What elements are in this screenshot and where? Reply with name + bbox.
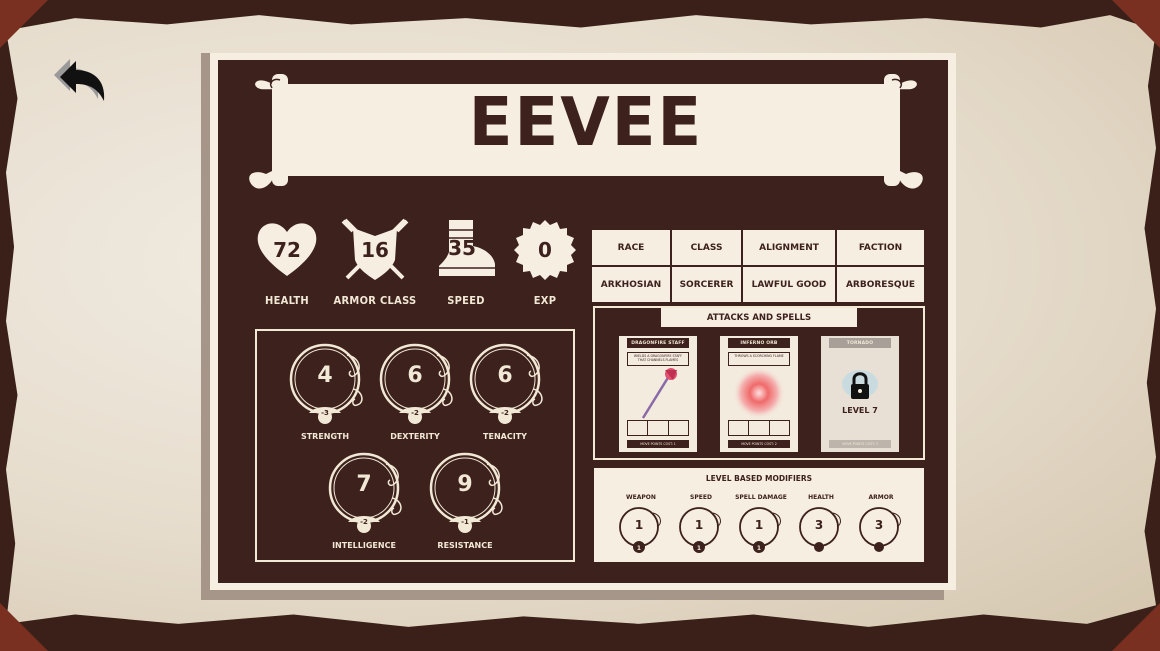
health-modifier: HEALTH 3 xyxy=(791,494,851,558)
race-header: RACE xyxy=(617,242,645,253)
class-value: SORCERER xyxy=(679,279,734,290)
modifier-value: 1 xyxy=(754,518,764,532)
intelligence-value: 7 xyxy=(356,472,372,497)
modifier-label: WEAPON xyxy=(626,494,656,501)
intelligence-label: INTELLIGENCE xyxy=(332,541,396,550)
modifier-level: 1 xyxy=(756,545,762,552)
exp-value: 0 xyxy=(538,238,552,262)
spell-card-title: DRAGONFIRE STAFF xyxy=(627,338,689,348)
attributes-panel: 4 -3 STRENGTH 6 -2 DEXTERITY 6 -2 TENACI… xyxy=(255,329,575,562)
modifier-value: 3 xyxy=(814,518,824,532)
modifier-value: 3 xyxy=(874,518,884,532)
faction-value: ARBORESQUE xyxy=(845,279,916,290)
attacks-spells-title: ATTACKS AND SPELLS xyxy=(661,308,857,327)
spell-card-description: WIELDS A DRAGONFIRE STAFF THAT CHANNELS … xyxy=(627,352,689,366)
modifier-label: SPELL DAMAGE xyxy=(735,494,787,501)
speed-stat: 35 SPEED xyxy=(421,218,511,307)
modifier-value: 1 xyxy=(694,518,704,532)
level-modifiers-title: LEVEL BASED MODIFIERS xyxy=(705,474,813,483)
spell-card-description: THROWS A SCORCHING FLAME xyxy=(728,352,790,366)
tenacity-label: TENACITY xyxy=(483,432,527,441)
spell-card-tornado-locked[interactable]: TORNADO LEVEL 7 MOVE POINTS COST: 3 xyxy=(821,336,899,452)
health-value: 72 xyxy=(273,238,301,262)
modifier-label: HEALTH xyxy=(808,494,834,501)
speed-label: SPEED xyxy=(447,294,485,307)
modifier-level: 1 xyxy=(636,545,642,552)
weapon-modifier: WEAPON 1 1 xyxy=(611,494,671,558)
faction-header: FACTION xyxy=(858,242,903,253)
name-banner: EEVEE xyxy=(244,66,928,194)
tenacity-value: 6 xyxy=(497,363,513,388)
attacks-spells-panel: ATTACKS AND SPELLS DRAGONFIRE STAFF WIEL… xyxy=(593,306,925,460)
character-sheet: EEVEE 72 HEALTH 16 ARMOR CLASS 35 SPEED … xyxy=(210,53,956,590)
alignment-value: LAWFUL GOOD xyxy=(751,279,827,290)
spell-card-inferno-orb[interactable]: INFERNO ORB THROWS A SCORCHING FLAME MOV… xyxy=(720,336,798,452)
race-value: ARKHOSIAN xyxy=(600,279,662,290)
alignment-header: ALIGNMENT xyxy=(759,242,819,253)
exp-stat: 0 EXP xyxy=(500,218,590,307)
character-name: EEVEE xyxy=(468,84,704,162)
staff-icon xyxy=(641,368,677,419)
dexterity-value: 6 xyxy=(407,363,423,388)
spell-card-stats xyxy=(627,420,689,436)
strength-modifier: -3 xyxy=(321,409,329,417)
speed-modifier: SPEED 1 1 xyxy=(671,494,731,558)
intelligence-modifier: -2 xyxy=(360,518,368,526)
tenacity-modifier: -2 xyxy=(501,409,509,417)
resistance-modifier: -1 xyxy=(461,518,469,526)
undo-arrow-icon xyxy=(54,59,105,101)
spell-card-title: INFERNO ORB xyxy=(728,338,790,348)
spell-card-cost: MOVE POINTS COST: 2 xyxy=(728,440,790,448)
exp-label: EXP xyxy=(533,294,557,307)
resistance-value: 9 xyxy=(457,472,473,497)
back-button[interactable] xyxy=(52,55,108,103)
level-modifiers-panel: LEVEL BASED MODIFIERS WEAPON 1 1 SPEED 1… xyxy=(594,468,924,562)
class-header: CLASS xyxy=(690,242,723,253)
lock-icon xyxy=(842,370,878,399)
modifier-label: ARMOR xyxy=(868,494,894,501)
resistance-attribute: 9 -1 RESISTANCE xyxy=(429,450,509,550)
spell-card-dragonfire-staff[interactable]: DRAGONFIRE STAFF WIELDS A DRAGONFIRE STA… xyxy=(619,336,697,452)
modifier-label: SPEED xyxy=(690,494,712,501)
character-info-table: RACE CLASS ALIGNMENT FACTION ARKHOSIAN S… xyxy=(592,230,924,302)
spell-card-title: TORNADO xyxy=(829,338,891,348)
armor-class-label: ARMOR CLASS xyxy=(333,294,417,307)
dexterity-label: DEXTERITY xyxy=(390,432,440,441)
intelligence-attribute: 7 -2 INTELLIGENCE xyxy=(328,450,408,550)
spell-damage-modifier: SPELL DAMAGE 1 1 xyxy=(731,494,791,558)
unlock-level: LEVEL 7 xyxy=(842,406,878,415)
tenacity-attribute: 6 -2 TENACITY xyxy=(469,341,549,441)
armor-modifier: ARMOR 3 xyxy=(851,494,911,558)
health-stat: 72 HEALTH xyxy=(242,218,332,307)
health-label: HEALTH xyxy=(264,294,310,307)
armor-class-value: 16 xyxy=(361,238,389,262)
spell-card-cost: MOVE POINTS COST: 3 xyxy=(829,440,891,448)
dexterity-attribute: 6 -2 DEXTERITY xyxy=(379,341,459,441)
armor-class-stat: 16 ARMOR CLASS xyxy=(330,216,420,307)
character-sheet-body: EEVEE 72 HEALTH 16 ARMOR CLASS 35 SPEED … xyxy=(218,60,948,583)
strength-label: STRENGTH xyxy=(300,432,350,441)
modifier-value: 1 xyxy=(634,518,644,532)
strength-attribute: 4 -3 STRENGTH xyxy=(289,341,369,441)
spell-card-stats xyxy=(728,420,790,436)
strength-value: 4 xyxy=(317,363,333,388)
speed-value: 35 xyxy=(448,236,476,260)
resistance-label: RESISTANCE xyxy=(437,541,493,550)
spell-card-cost: MOVE POINTS COST: 1 xyxy=(627,440,689,448)
modifier-level: 1 xyxy=(696,545,702,552)
dexterity-modifier: -2 xyxy=(411,409,419,417)
fire-orb-icon xyxy=(733,367,785,419)
